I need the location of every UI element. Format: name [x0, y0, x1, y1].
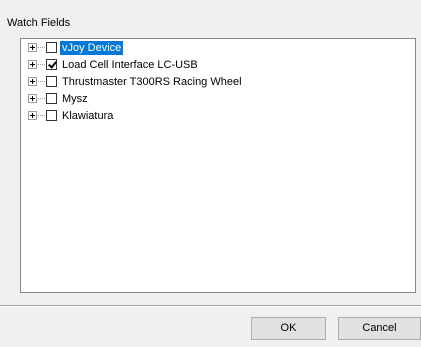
button-bar-separator — [0, 305, 421, 307]
tree-item-mysz[interactable]: Mysz — [28, 91, 90, 106]
tree-item-label[interactable]: vJoy Device — [60, 40, 124, 55]
vjoy-device-checkbox[interactable] — [46, 42, 57, 53]
tree-item-klawiatura[interactable]: Klawiatura — [28, 108, 115, 123]
expand-plus-icon[interactable] — [28, 60, 37, 69]
mysz-checkbox[interactable] — [46, 93, 57, 104]
tree-item-label[interactable]: Mysz — [60, 92, 90, 106]
ok-button[interactable]: OK — [251, 317, 326, 340]
tree-connector — [38, 80, 45, 83]
tree-connector — [38, 63, 45, 66]
thrustmaster-checkbox[interactable] — [46, 76, 57, 87]
tree-item-load-cell-interface[interactable]: Load Cell Interface LC-USB — [28, 57, 200, 72]
tree-connector — [38, 46, 45, 49]
tree-item-label[interactable]: Thrustmaster T300RS Racing Wheel — [60, 75, 244, 89]
watch-fields-window: { "watch_fields": { "label": "Watch Fiel… — [0, 0, 421, 347]
klawiatura-checkbox[interactable] — [46, 110, 57, 121]
tree-connector — [38, 114, 45, 117]
tree-item-label[interactable]: Load Cell Interface LC-USB — [60, 58, 200, 72]
tree-item-label[interactable]: Klawiatura — [60, 109, 115, 123]
cancel-button[interactable]: Cancel — [338, 317, 421, 340]
expand-plus-icon[interactable] — [28, 111, 37, 120]
load-cell-checkbox[interactable] — [46, 59, 57, 70]
tree-connector — [38, 97, 45, 100]
expand-plus-icon[interactable] — [28, 77, 37, 86]
tree-item-thrustmaster[interactable]: Thrustmaster T300RS Racing Wheel — [28, 74, 244, 89]
expand-plus-icon[interactable] — [28, 94, 37, 103]
watch-fields-label: Watch Fields — [7, 17, 71, 29]
device-tree[interactable]: vJoy Device Load Cell Interface LC-USB T… — [20, 38, 416, 293]
tree-item-vjoy-device[interactable]: vJoy Device — [28, 40, 124, 55]
expand-plus-icon[interactable] — [28, 43, 37, 52]
